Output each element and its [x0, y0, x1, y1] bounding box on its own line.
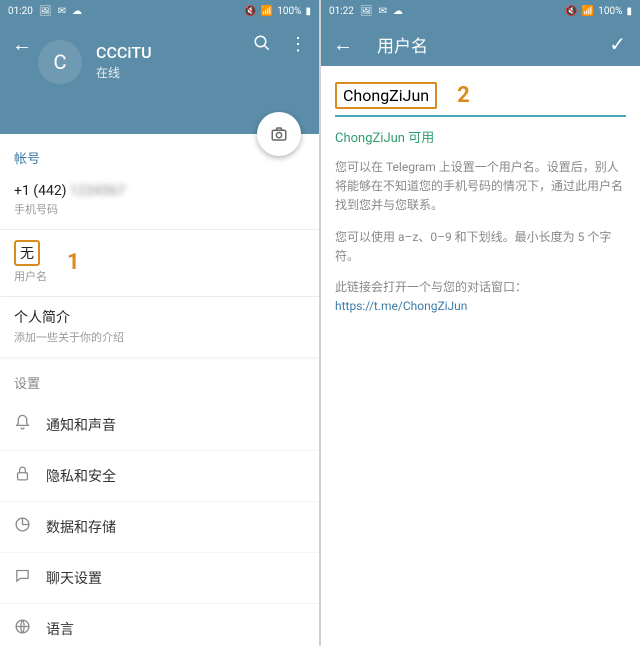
- bio-title: 个人简介: [14, 307, 305, 327]
- setting-label: 数据和存储: [46, 517, 116, 537]
- profile-screen: 01:20 🖼 ✉ ☁ 🔇 📶 100% ▮ ← ⋮ C CCCiTU 在线: [0, 0, 319, 646]
- lock-icon: [14, 465, 46, 487]
- phone-value: +1 (442) 1234567: [14, 183, 305, 199]
- chat-icon: ☁: [393, 6, 403, 17]
- username-label: 用户名: [14, 268, 47, 284]
- annotation-2: 2: [457, 83, 470, 108]
- signal-icon: 📶: [582, 6, 594, 17]
- username-screen: 01:22 🖼 ✉ ☁ 🔇 📶 100% ▮ ← 用户名 ✓ ChongZiJu…: [321, 0, 640, 646]
- setting-label: 通知和声音: [46, 415, 116, 435]
- status-bar: 01:20 🖼 ✉ ☁ 🔇 📶 100% ▮: [0, 0, 319, 22]
- username-description-2: 您可以使用 a–z、0–9 和下划线。最小长度为 5 个字符。: [321, 226, 640, 276]
- chat-settings-row[interactable]: 聊天设置: [0, 553, 319, 604]
- search-icon[interactable]: [253, 34, 271, 57]
- mute-icon: 🔇: [565, 6, 577, 17]
- confirm-icon[interactable]: ✓: [609, 32, 626, 56]
- battery-text: 100%: [277, 6, 301, 17]
- avatar[interactable]: C: [38, 40, 82, 84]
- privacy-row[interactable]: 隐私和安全: [0, 451, 319, 502]
- mail-icon: ✉: [58, 6, 66, 17]
- page-title: 用户名: [377, 32, 428, 57]
- username-value: 无: [14, 240, 40, 266]
- chat-icon: ☁: [72, 6, 82, 17]
- clock-text: 01:20: [8, 6, 33, 17]
- signal-icon: 📶: [261, 6, 273, 17]
- settings-section-label: 设置: [0, 357, 319, 400]
- username-input-wrap[interactable]: ChongZiJun 2: [335, 82, 626, 117]
- bell-icon: [14, 414, 46, 436]
- setting-label: 聊天设置: [46, 568, 102, 588]
- back-icon[interactable]: ←: [12, 32, 32, 57]
- annotation-1: 1: [67, 250, 80, 275]
- battery-text: 100%: [598, 6, 622, 17]
- setting-label: 隐私和安全: [46, 466, 116, 486]
- username-input[interactable]: ChongZiJun: [335, 82, 437, 109]
- bio-sub: 添加一些关于你的介绍: [14, 329, 305, 345]
- username-description-3: 此链接会打开一个与您的对话窗口： https://t.me/ChongZiJun: [321, 276, 640, 326]
- language-row[interactable]: 语言: [0, 604, 319, 646]
- bio-row[interactable]: 个人简介 添加一些关于你的介绍: [0, 297, 319, 357]
- setting-label: 语言: [46, 619, 74, 639]
- username-link[interactable]: https://t.me/ChongZiJun: [335, 299, 467, 313]
- username-row[interactable]: 无 用户名 1: [0, 230, 319, 297]
- chat-bubble-icon: [14, 567, 46, 589]
- back-icon[interactable]: ←: [333, 32, 353, 57]
- globe-icon: [14, 618, 46, 640]
- clock-text: 01:22: [329, 6, 354, 17]
- picture-icon: 🖼: [360, 6, 373, 17]
- battery-icon: ▮: [626, 6, 632, 17]
- content-scroll[interactable]: ChongZiJun 2 ChongZiJun 可用 您可以在 Telegram…: [321, 66, 640, 646]
- profile-status: 在线: [96, 64, 152, 81]
- status-bar: 01:22 🖼 ✉ ☁ 🔇 📶 100% ▮: [321, 0, 640, 22]
- username-description-1: 您可以在 Telegram 上设置一个用户名。设置后，别人将能够在不知道您的手机…: [321, 156, 640, 226]
- mail-icon: ✉: [379, 6, 387, 17]
- phone-row[interactable]: +1 (442) 1234567 手机号码: [0, 173, 319, 230]
- profile-header: ← ⋮ C CCCiTU 在线: [0, 22, 319, 134]
- data-row[interactable]: 数据和存储: [0, 502, 319, 553]
- picture-icon: 🖼: [39, 6, 52, 17]
- profile-name: CCCiTU: [96, 43, 152, 62]
- content-scroll[interactable]: 帐号 +1 (442) 1234567 手机号码 无 用户名 1 个人简介 添加…: [0, 134, 319, 646]
- pie-icon: [14, 516, 46, 538]
- camera-button[interactable]: [257, 112, 301, 156]
- phone-label: 手机号码: [14, 201, 305, 217]
- battery-icon: ▮: [305, 6, 311, 17]
- more-icon[interactable]: ⋮: [289, 34, 307, 57]
- mute-icon: 🔇: [244, 6, 256, 17]
- username-availability: ChongZiJun 可用: [321, 123, 640, 156]
- username-header: ← 用户名 ✓: [321, 22, 640, 66]
- notifications-row[interactable]: 通知和声音: [0, 400, 319, 451]
